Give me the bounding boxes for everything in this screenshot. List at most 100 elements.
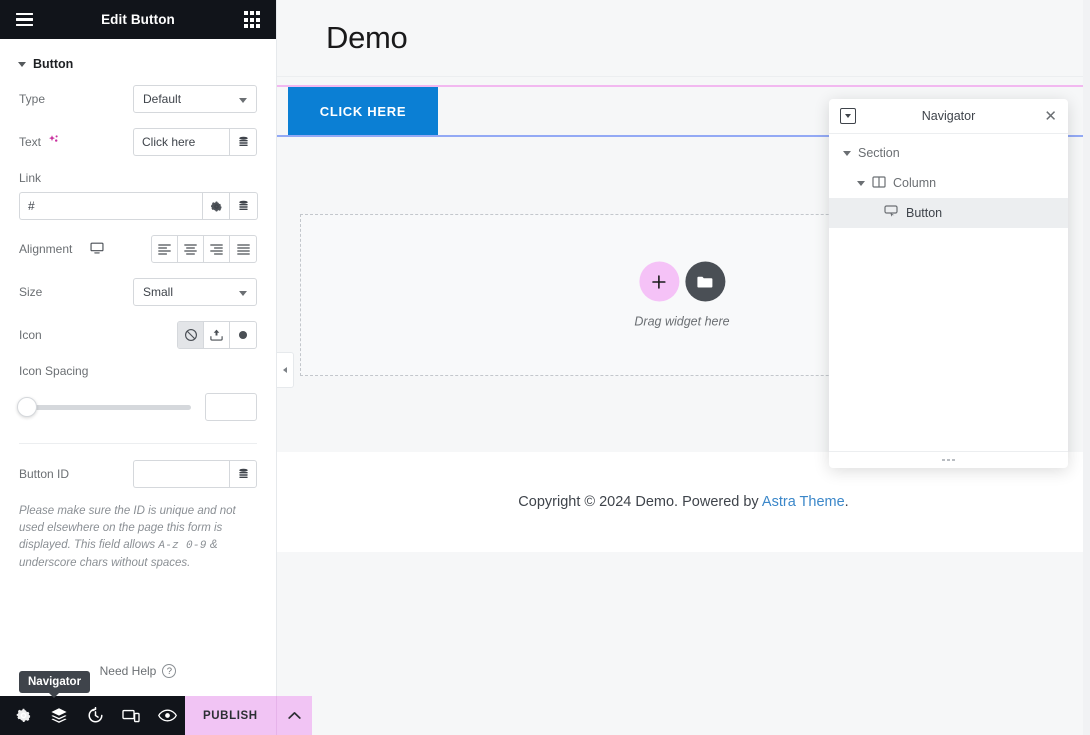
- type-label: Type: [19, 92, 46, 106]
- panel-footer-bar: PUBLISH: [0, 696, 312, 735]
- preview-eye-icon[interactable]: [149, 696, 185, 735]
- ai-sparkle-icon[interactable]: [47, 134, 60, 150]
- alignment-label: Alignment: [19, 241, 104, 258]
- history-clock-icon[interactable]: [77, 696, 113, 735]
- type-select[interactable]: Default: [133, 85, 257, 113]
- button-id-input-group: [133, 460, 257, 488]
- text-input[interactable]: [133, 128, 229, 156]
- settings-gear-icon[interactable]: [5, 696, 41, 735]
- dynamic-tags-icon[interactable]: [230, 192, 258, 220]
- icon-label: Icon: [19, 328, 42, 342]
- link-input[interactable]: [19, 192, 202, 220]
- cta-button[interactable]: CLICK HERE: [288, 87, 438, 135]
- icon-source-buttons: [177, 321, 257, 349]
- type-select-value: Default: [143, 92, 182, 106]
- resize-dots-icon[interactable]: [829, 451, 1068, 468]
- link-input-group: [19, 192, 258, 220]
- text-label-value: Text: [19, 135, 42, 149]
- none-icon[interactable]: [178, 322, 204, 348]
- need-help-label: Need Help: [99, 664, 157, 678]
- chevron-down-icon: [239, 98, 247, 103]
- copyright-text: Copyright © 2024 Demo. Powered by Astra …: [518, 494, 848, 510]
- dock-toggle-icon[interactable]: [840, 108, 856, 124]
- dynamic-tags-icon[interactable]: [229, 460, 257, 488]
- align-left-button[interactable]: [152, 236, 178, 262]
- canvas-scrollbar[interactable]: [1083, 0, 1090, 735]
- publish-group: PUBLISH: [185, 696, 312, 735]
- responsive-device-icon[interactable]: [113, 696, 149, 735]
- nav-item-label: Section: [858, 146, 900, 160]
- section-toggle-button[interactable]: Button: [0, 39, 276, 85]
- upload-icon[interactable]: [204, 322, 230, 348]
- panel-body: Button Type Default Text Click here Link…: [0, 39, 276, 696]
- control-button-id: Button ID: [0, 460, 276, 488]
- button-widget-icon: [884, 205, 899, 221]
- align-justify-button[interactable]: [230, 236, 256, 262]
- icon-spacing-slider[interactable]: [17, 396, 191, 417]
- text-label: Text: [19, 134, 60, 150]
- nav-item-button[interactable]: Button: [829, 198, 1068, 228]
- control-link: Link: [0, 171, 276, 220]
- panel-divider: [19, 443, 257, 444]
- icon-library-icon[interactable]: [230, 322, 256, 348]
- editor-canvas: Demo CLICK HERE Drag widget here Copyrig…: [277, 0, 1090, 735]
- widgets-grid-icon[interactable]: [241, 9, 263, 31]
- plus-icon[interactable]: [638, 261, 679, 302]
- folder-icon[interactable]: [684, 261, 725, 302]
- caret-down-icon: [18, 61, 26, 67]
- navigator-title: Navigator: [921, 109, 976, 123]
- button-id-help-text: Please make sure the ID is unique and no…: [0, 503, 276, 572]
- chevron-down-icon[interactable]: [857, 180, 865, 186]
- help-line-4: without spaces.: [111, 557, 191, 569]
- chevron-left-icon: [283, 367, 287, 373]
- publish-button[interactable]: PUBLISH: [185, 696, 276, 735]
- nav-item-column[interactable]: Column: [829, 168, 1068, 198]
- desktop-icon[interactable]: [90, 241, 104, 258]
- chevron-up-icon[interactable]: [275, 696, 312, 735]
- panel-title: Edit Button: [101, 12, 175, 27]
- navigator-panel[interactable]: Navigator ✕ Section Column Button: [829, 99, 1068, 468]
- copyright-suffix: .: [844, 494, 849, 510]
- navigator-tooltip: Navigator: [19, 671, 91, 698]
- align-right-button[interactable]: [204, 236, 230, 262]
- control-type: Type Default: [0, 85, 276, 113]
- hamburger-icon[interactable]: [13, 9, 35, 31]
- alignment-label-value: Alignment: [19, 242, 73, 256]
- site-title: Demo: [326, 20, 408, 55]
- control-icon-spacing: Icon Spacing: [0, 364, 276, 378]
- control-alignment: Alignment: [0, 235, 276, 263]
- question-circle-icon: ?: [162, 664, 177, 678]
- align-center-button[interactable]: [178, 236, 204, 262]
- chevron-down-icon[interactable]: [843, 150, 851, 156]
- size-label: Size: [19, 285, 43, 299]
- section-title: Button: [33, 57, 74, 71]
- control-size: Size Small: [0, 278, 276, 306]
- navigator-tree[interactable]: Section Column Button: [829, 134, 1068, 451]
- nav-item-label: Column: [893, 176, 937, 190]
- site-header: Demo: [277, 0, 1090, 77]
- icon-spacing-row: [0, 393, 276, 421]
- close-icon[interactable]: ✕: [1044, 109, 1057, 124]
- column-icon: [872, 175, 886, 192]
- help-allowed-chars: A-z 0-9: [158, 540, 207, 552]
- panel-collapse-handle[interactable]: [277, 352, 294, 388]
- alignment-buttons: [151, 235, 257, 263]
- help-line-3a: This field allows: [74, 539, 159, 551]
- button-id-input[interactable]: [133, 460, 229, 488]
- nav-item-section[interactable]: Section: [829, 138, 1068, 168]
- copyright-prefix: Copyright © 2024 Demo. Powered by: [518, 494, 762, 510]
- gear-icon[interactable]: [202, 192, 230, 220]
- chevron-down-icon: [239, 291, 247, 296]
- dropzone-label: Drag widget here: [634, 314, 730, 329]
- dynamic-tags-icon[interactable]: [229, 128, 257, 156]
- control-text: Text: [0, 128, 276, 156]
- icon-spacing-label: Icon Spacing: [19, 364, 89, 378]
- navigator-header: Navigator ✕: [829, 99, 1068, 134]
- panel-header: Edit Button: [0, 0, 276, 39]
- size-select[interactable]: Small: [133, 278, 257, 306]
- astra-theme-link[interactable]: Astra Theme: [762, 494, 845, 510]
- slider-handle[interactable]: [17, 396, 37, 417]
- navigator-layers-icon[interactable]: [41, 696, 77, 735]
- icon-spacing-input[interactable]: [205, 393, 257, 421]
- page-background-band: [277, 552, 1090, 735]
